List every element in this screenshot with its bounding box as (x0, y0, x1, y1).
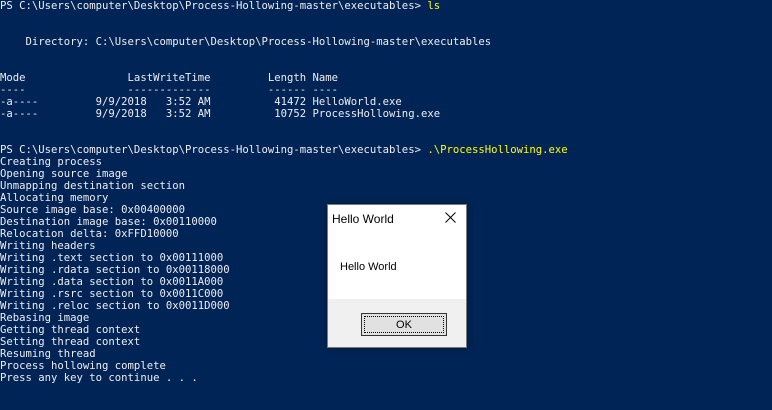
prompt-line-1: PS C:\Users\computer\Desktop\Process-Hol… (0, 0, 440, 12)
file-row: -a---- 9/9/2018 3:52 AM 41472 HelloWorld… (0, 96, 402, 108)
output-line: Getting thread context (0, 324, 141, 336)
output-line: Creating process (0, 156, 103, 168)
output-line: Relocation delta: 0xFFD10000 (0, 228, 179, 240)
output-line: Writing .reloc section to 0x0011D000 (0, 300, 230, 312)
prompt-text: PS C:\Users\computer\Desktop\Process-Hol… (0, 0, 428, 12)
output-line: Writing headers (0, 240, 96, 252)
output-line: Resuming thread (0, 348, 96, 360)
close-icon (444, 210, 456, 228)
output-line: Opening source image (0, 168, 128, 180)
close-button[interactable] (434, 205, 466, 233)
prompt-text: PS C:\Users\computer\Desktop\Process-Hol… (0, 144, 428, 156)
output-line: Source image base: 0x00400000 (0, 204, 185, 216)
output-line: Writing .data section to 0x0011A000 (0, 276, 224, 288)
output-line: Rebasing image (0, 312, 90, 324)
prompt-line-2: PS C:\Users\computer\Desktop\Process-Hol… (0, 144, 568, 156)
output-line: Destination image base: 0x00110000 (0, 216, 217, 228)
ok-button[interactable]: OK (361, 313, 447, 336)
hello-world-message-box: Hello World Hello World OK (327, 204, 467, 348)
command-run-processhollowing: .\ProcessHollowing.exe (427, 144, 568, 156)
output-line: Writing .rsrc section to 0x0011C000 (0, 288, 224, 300)
output-line: Writing .text section to 0x00111000 (0, 252, 224, 264)
listing-separator: ---- ------------- ------ ---- (0, 84, 339, 96)
output-line: Setting thread context (0, 336, 141, 348)
file-row: -a---- 9/9/2018 3:52 AM 10752 ProcessHol… (0, 108, 441, 120)
dialog-message: Hello World (340, 261, 397, 273)
output-line: Allocating memory (0, 192, 109, 204)
output-line: Process hollowing complete (0, 360, 166, 372)
output-line: Press any key to continue . . . (0, 372, 198, 384)
dialog-title-bar[interactable]: Hello World (328, 205, 466, 233)
listing-header: Mode LastWriteTime Length Name (0, 72, 339, 84)
dialog-title: Hello World (332, 212, 394, 226)
dialog-footer: OK (328, 299, 466, 347)
command-ls: ls (427, 0, 441, 12)
output-line: Writing .rdata section to 0x00118000 (0, 264, 230, 276)
output-line: Unmapping destination section (0, 180, 185, 192)
dialog-body: Hello World (328, 233, 466, 299)
directory-line: Directory: C:\Users\computer\Desktop\Pro… (0, 36, 492, 48)
